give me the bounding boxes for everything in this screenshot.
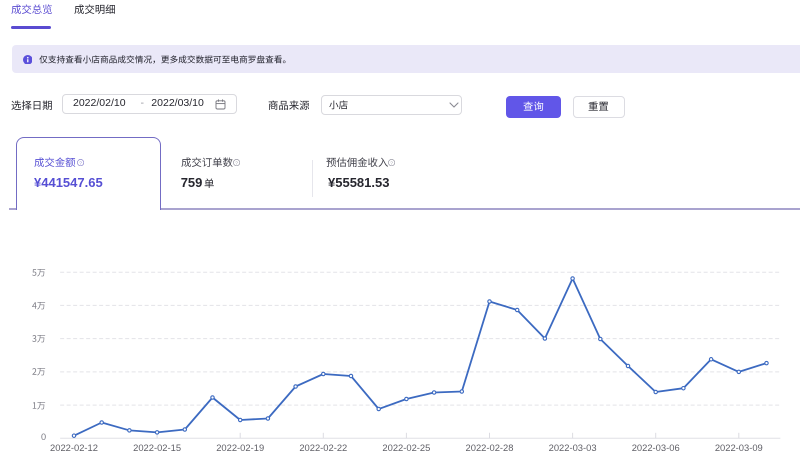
svg-text:2022-03-03: 2022-03-03	[549, 442, 597, 453]
svg-text:2022-02-12: 2022-02-12	[50, 442, 98, 453]
svg-text:2022-02-15: 2022-02-15	[133, 442, 181, 453]
svg-text:2022-02-22: 2022-02-22	[299, 442, 347, 453]
svg-text:2022-03-09: 2022-03-09	[715, 442, 763, 453]
svg-text:2022-03-06: 2022-03-06	[632, 442, 680, 453]
svg-text:2022-02-28: 2022-02-28	[466, 442, 514, 453]
svg-text:2022-02-25: 2022-02-25	[382, 442, 430, 453]
svg-text:2022-02-19: 2022-02-19	[216, 442, 264, 453]
